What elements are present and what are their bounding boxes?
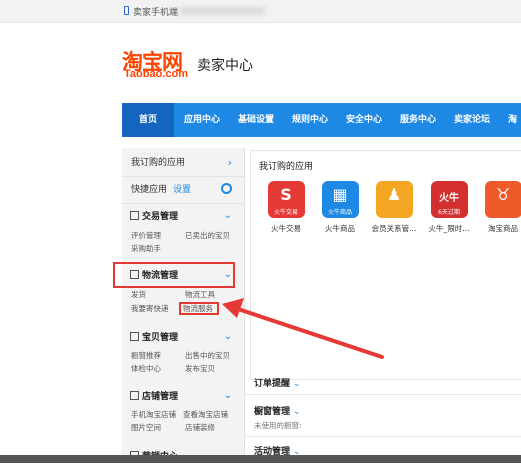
annotation-arrow	[0, 0, 521, 463]
arrow-shaft	[232, 307, 382, 357]
bottom-shade	[0, 455, 521, 463]
